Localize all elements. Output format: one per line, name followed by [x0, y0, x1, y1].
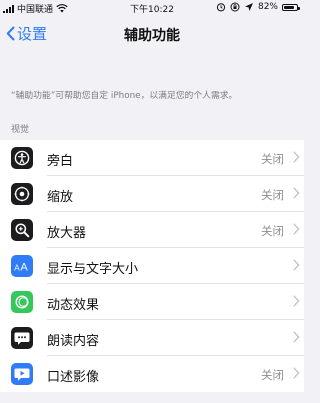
- chevron-right-icon: [293, 259, 300, 271]
- chevron-right-icon: [293, 295, 300, 307]
- row-spoken-content[interactable]: 朗读内容: [0, 320, 304, 356]
- chevron-right-icon: [293, 151, 300, 163]
- row-label: 旁白: [47, 154, 74, 169]
- svg-text:A: A: [14, 264, 20, 273]
- audio-description-icon: [11, 363, 33, 385]
- navigation-bar: 设置 辅助功能: [0, 16, 304, 50]
- chevron-right-icon: [293, 331, 300, 343]
- row-label: 放大器: [47, 226, 87, 241]
- status-right: 82%: [216, 2, 300, 12]
- row-magnifier[interactable]: 放大器 关闭: [0, 212, 304, 248]
- row-value: 关闭: [261, 224, 284, 238]
- status-bar: 中国联通 下午10:22 82%: [0, 0, 304, 16]
- zoom-icon: [11, 183, 33, 205]
- rotation-lock-icon: [230, 2, 240, 12]
- row-display-text-size[interactable]: AA 显示与文字大小: [0, 248, 304, 284]
- row-voiceover[interactable]: 旁白 关闭: [0, 140, 304, 176]
- description-text: “辅助功能”可帮助您自定 iPhone，以满足您的个人需求。: [11, 91, 238, 101]
- row-label: 口述影像: [47, 370, 100, 385]
- row-motion[interactable]: 动态效果: [0, 284, 304, 320]
- magnifier-icon: [11, 219, 33, 241]
- row-value: 关闭: [261, 188, 284, 202]
- row-label: 缩放: [47, 190, 74, 205]
- chevron-right-icon: [293, 223, 300, 235]
- location-icon: [244, 3, 253, 11]
- battery-icon: [282, 3, 300, 11]
- battery-percent: 82%: [257, 2, 278, 12]
- alarm-icon: [216, 3, 226, 12]
- row-label: 朗读内容: [47, 334, 100, 349]
- row-audio-description[interactable]: 口述影像 关闭: [0, 356, 304, 392]
- row-value: 关闭: [261, 152, 284, 166]
- spoken-content-icon: [11, 327, 33, 349]
- row-label: 显示与文字大小: [47, 262, 139, 277]
- row-value: 关闭: [261, 368, 284, 382]
- text-size-icon: AA: [11, 255, 33, 277]
- section-header-vision: 视觉: [11, 125, 30, 135]
- chevron-right-icon: [293, 187, 300, 199]
- settings-list: 旁白 关闭 缩放 关闭 放大器 关闭 AA 显示与文字大小 动态效果 朗读内容 …: [0, 140, 304, 392]
- voiceover-icon: [11, 147, 33, 169]
- row-zoom[interactable]: 缩放 关闭: [0, 176, 304, 212]
- page-title: 辅助功能: [124, 28, 180, 44]
- svg-text:A: A: [20, 262, 28, 274]
- motion-icon: [11, 291, 33, 313]
- chevron-right-icon: [293, 367, 300, 379]
- row-label: 动态效果: [47, 298, 100, 313]
